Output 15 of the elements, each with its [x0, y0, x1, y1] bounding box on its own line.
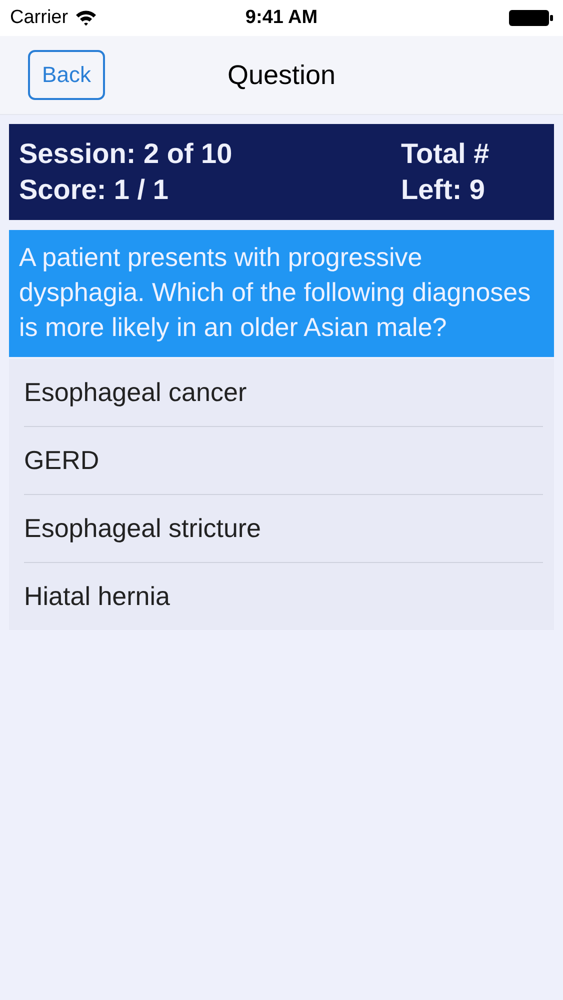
answer-option[interactable]: Esophageal cancer — [9, 359, 554, 426]
back-button[interactable]: Back — [28, 50, 105, 100]
session-label: Session: 2 of 10 — [19, 138, 234, 170]
score-label: Score: 1 / 1 — [19, 174, 170, 206]
left-label: Left: 9 — [401, 174, 486, 206]
wifi-icon — [75, 10, 98, 26]
answer-option[interactable]: Esophageal stricture — [24, 494, 543, 562]
status-time: 9:41 AM — [245, 7, 318, 29]
question-text: A patient presents with progressive dysphagia. Which of the following diagnoses is more likely in an older Asian male? — [9, 230, 554, 357]
carrier-label: Carrier — [10, 7, 68, 29]
total-label: Total # — [401, 138, 490, 170]
answer-option[interactable]: Hiatal hernia — [24, 562, 543, 630]
battery-icon — [509, 10, 553, 26]
answer-option[interactable]: GERD — [24, 426, 543, 494]
screen-title: Question — [227, 60, 336, 90]
